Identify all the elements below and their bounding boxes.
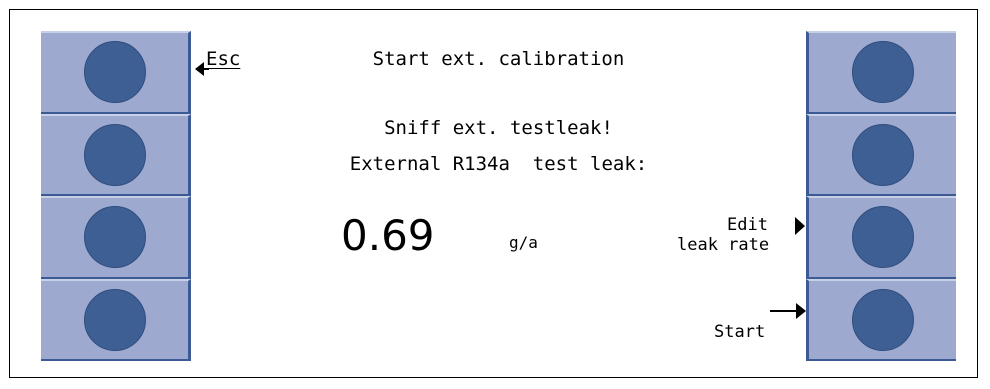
softkey-button-icon bbox=[83, 123, 146, 186]
softkey-button-icon bbox=[851, 206, 914, 269]
softkey-button-icon bbox=[851, 123, 914, 186]
left-softkey-3[interactable] bbox=[41, 196, 191, 279]
right-softkey-panel bbox=[806, 31, 956, 361]
left-softkey-1[interactable] bbox=[41, 31, 191, 114]
left-softkey-panel bbox=[41, 31, 191, 361]
softkey-button-icon bbox=[83, 206, 146, 269]
left-softkey-4[interactable] bbox=[41, 278, 191, 361]
softkey-button-icon bbox=[83, 288, 146, 351]
right-arrow-icon bbox=[795, 217, 805, 235]
right-softkey-2[interactable] bbox=[806, 113, 956, 196]
instruction-text: Sniff ext. testleak! bbox=[384, 117, 613, 139]
edit-label-line1[interactable]: Edit bbox=[727, 215, 768, 235]
softkey-button-icon bbox=[851, 41, 914, 104]
softkey-button-icon bbox=[851, 288, 914, 351]
start-softkey-label[interactable]: Start bbox=[714, 322, 765, 342]
right-softkey-edit-leak-rate[interactable] bbox=[806, 196, 956, 279]
display-screen: Esc Start ext. calibration Sniff ext. te… bbox=[191, 31, 806, 361]
screen-title: Start ext. calibration bbox=[372, 48, 625, 70]
left-softkey-2[interactable] bbox=[41, 113, 191, 196]
right-softkey-start[interactable] bbox=[806, 278, 956, 361]
leak-rate-value: 0.69 bbox=[341, 211, 435, 260]
edit-label-line2[interactable]: leak rate bbox=[677, 235, 769, 255]
softkey-button-icon bbox=[83, 41, 146, 104]
right-softkey-1[interactable] bbox=[806, 31, 956, 114]
leak-label: External R134a test leak: bbox=[349, 153, 648, 175]
leak-rate-unit: g/a bbox=[509, 233, 538, 252]
start-arrow-icon bbox=[770, 303, 806, 319]
